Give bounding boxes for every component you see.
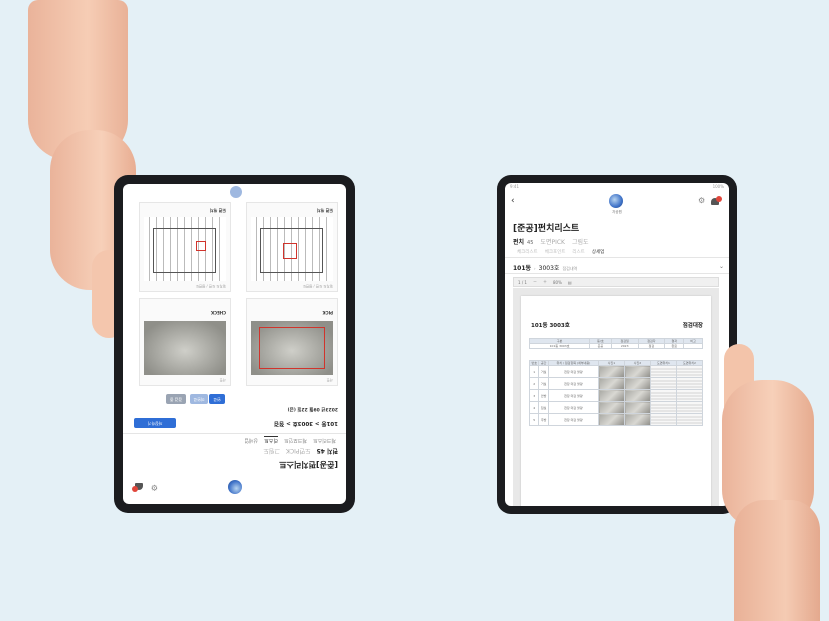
divider [505, 257, 729, 258]
plan-card-1[interactable]: 위치도 도면 / 평면도 도면 위치 [246, 202, 338, 292]
subtab-checkpoint[interactable]: 체크포인트 [284, 436, 307, 444]
chevron-down-icon[interactable]: ⌄ [719, 263, 724, 270]
tab-punch[interactable]: 펀치 [513, 237, 524, 246]
zoom-in-icon[interactable]: ＋ [543, 279, 547, 285]
table-row: 3 안방 천장 마감 불량 [528, 389, 703, 402]
status-inprogress-button[interactable]: 점검 중 [166, 394, 186, 404]
room-label: 3003호 [538, 265, 560, 272]
detail-table: 번호 공간 위치 / 점검항목 (세부내용) 사진1 사진2 도면위치1 도면위… [528, 360, 703, 426]
tab-punch-count: 45 [527, 240, 534, 246]
divider [505, 273, 729, 274]
bell-icon[interactable] [711, 196, 722, 206]
tab-row: 펀치 45 도면PICK 그림도 [513, 237, 589, 246]
floor-plan [144, 217, 226, 281]
tab-punch[interactable]: 펀치 45 [317, 447, 338, 456]
plan-caption: 도면 위치 [209, 208, 226, 213]
tablet-left-screen: ⚙ [준공]펀치리스트 펀치 45 도면PICK 그림도 체크리스트 체크포인트… [123, 184, 346, 504]
table-row: 2 거실 천장 마감 불량 [528, 377, 703, 390]
tablet-left: ⚙ [준공]펀치리스트 펀치 45 도면PICK 그림도 체크리스트 체크포인트… [114, 175, 355, 513]
app-logo-icon [228, 480, 242, 494]
document-type: 점검대장 [682, 323, 703, 329]
table-row: 101동 3003호 준공 2023 점검 완료 [528, 343, 703, 349]
zoom-out-icon[interactable]: － [533, 279, 537, 285]
page-indicator: 1 / 1 [518, 279, 527, 285]
bell-icon[interactable] [132, 482, 143, 492]
right-hand-wrist [734, 500, 820, 621]
document-page: 101동 3003호 점검대장 구분 동/호 점검일 점검자 결과 비고 101… [521, 296, 711, 506]
status-battery: 100% [712, 184, 724, 189]
gear-icon[interactable]: ⚙ [698, 196, 705, 205]
table-row: 5 주방 천장 마감 불량 [528, 413, 703, 426]
print-icon[interactable]: ▤ [568, 280, 572, 285]
tab-drawing[interactable]: 그림도 [572, 237, 589, 246]
upside-down-content: ⚙ [준공]펀치리스트 펀치 45 도면PICK 그림도 체크리스트 체크포인트… [123, 184, 346, 504]
photo-card-2[interactable]: 사진 CHECK [139, 298, 231, 386]
building-label: 101동 [513, 265, 532, 272]
top-bar: ‹ 자공원 ⚙ [505, 191, 729, 214]
table-row: 4 침실 천장 마감 불량 [528, 401, 703, 414]
inspection-date: 2023년 09월 22일 (금) [287, 406, 338, 411]
ceiling-photo [251, 321, 333, 375]
unit-breadcrumb[interactable]: 101동 › 3003호 점검내역 [513, 263, 577, 272]
tab-drawing[interactable]: 그림도 [263, 447, 280, 456]
back-chevron-icon[interactable]: ‹ [511, 196, 515, 206]
save-button[interactable]: 저장하기 [134, 418, 176, 428]
unit-suffix: 점검내역 [562, 266, 578, 271]
document-viewer[interactable]: 101동 3003호 점검대장 구분 동/호 점검일 점검자 결과 비고 101… [513, 288, 719, 506]
subtab-row: 체크리스트 체크포인트 리스트 상세업 [244, 436, 336, 444]
subtab-detail[interactable]: 상세업 [244, 436, 258, 444]
zoom-level[interactable]: 80% [553, 280, 562, 285]
page-title: [준공]펀치리스트 [279, 460, 338, 469]
ceiling-photo [144, 321, 226, 375]
tablet-right: 9:41 100% ‹ 자공원 ⚙ [준공]펀치리스트 펀치 45 도면PICK… [497, 175, 737, 514]
scroll-top-icon[interactable] [230, 186, 242, 198]
tab-plan-pick[interactable]: 도면PICK [286, 447, 311, 456]
document-unit: 101동 3003호 [531, 323, 570, 329]
status-incomplete-button[interactable]: 미완료 [190, 394, 208, 404]
tab-row: 펀치 45 도면PICK 그림도 [263, 447, 338, 456]
table-row: 1 거실 천장 마감 불량 [528, 365, 703, 378]
summary-table: 구분 동/호 점검일 점검자 결과 비고 101동 3003호 준공 2023 … [528, 338, 703, 349]
plan-card-2[interactable]: 위치도 도면 / 평면도 도면 위치 [139, 202, 231, 292]
app-logo-icon [609, 194, 623, 208]
status-time: 9:41 [510, 184, 519, 189]
subtab-list[interactable]: 리스트 [264, 436, 278, 444]
unit-breadcrumb: 101동 > 3003호 > 점검 [274, 420, 338, 426]
photo-caption: CHECK [210, 310, 226, 315]
photo-card-1[interactable]: 사진 PICK [246, 298, 338, 386]
tablet-right-screen: 9:41 100% ‹ 자공원 ⚙ [준공]펀치리스트 펀치 45 도면PICK… [505, 183, 729, 506]
status-complete-button[interactable]: 완료 [209, 394, 225, 404]
plan-caption: 도면 위치 [316, 208, 333, 213]
app-logo-label: 자공원 [612, 210, 622, 214]
subtab-checklist[interactable]: 체크리스트 [313, 436, 336, 444]
status-bar: 9:41 100% [505, 183, 729, 190]
scene: ⚙ [준공]펀치리스트 펀치 45 도면PICK 그림도 체크리스트 체크포인트… [0, 0, 829, 621]
photo-caption: PICK [322, 310, 333, 315]
gear-icon[interactable]: ⚙ [151, 483, 158, 492]
floor-plan [251, 217, 333, 281]
page-title: [준공]펀치리스트 [513, 224, 580, 234]
pdf-toolbar: 1 / 1 － ＋ 80% ▤ [513, 277, 719, 287]
document-heading: 101동 3003호 점검대장 [531, 321, 703, 329]
divider [123, 433, 346, 434]
tab-plan-pick[interactable]: 도면PICK [540, 237, 565, 246]
